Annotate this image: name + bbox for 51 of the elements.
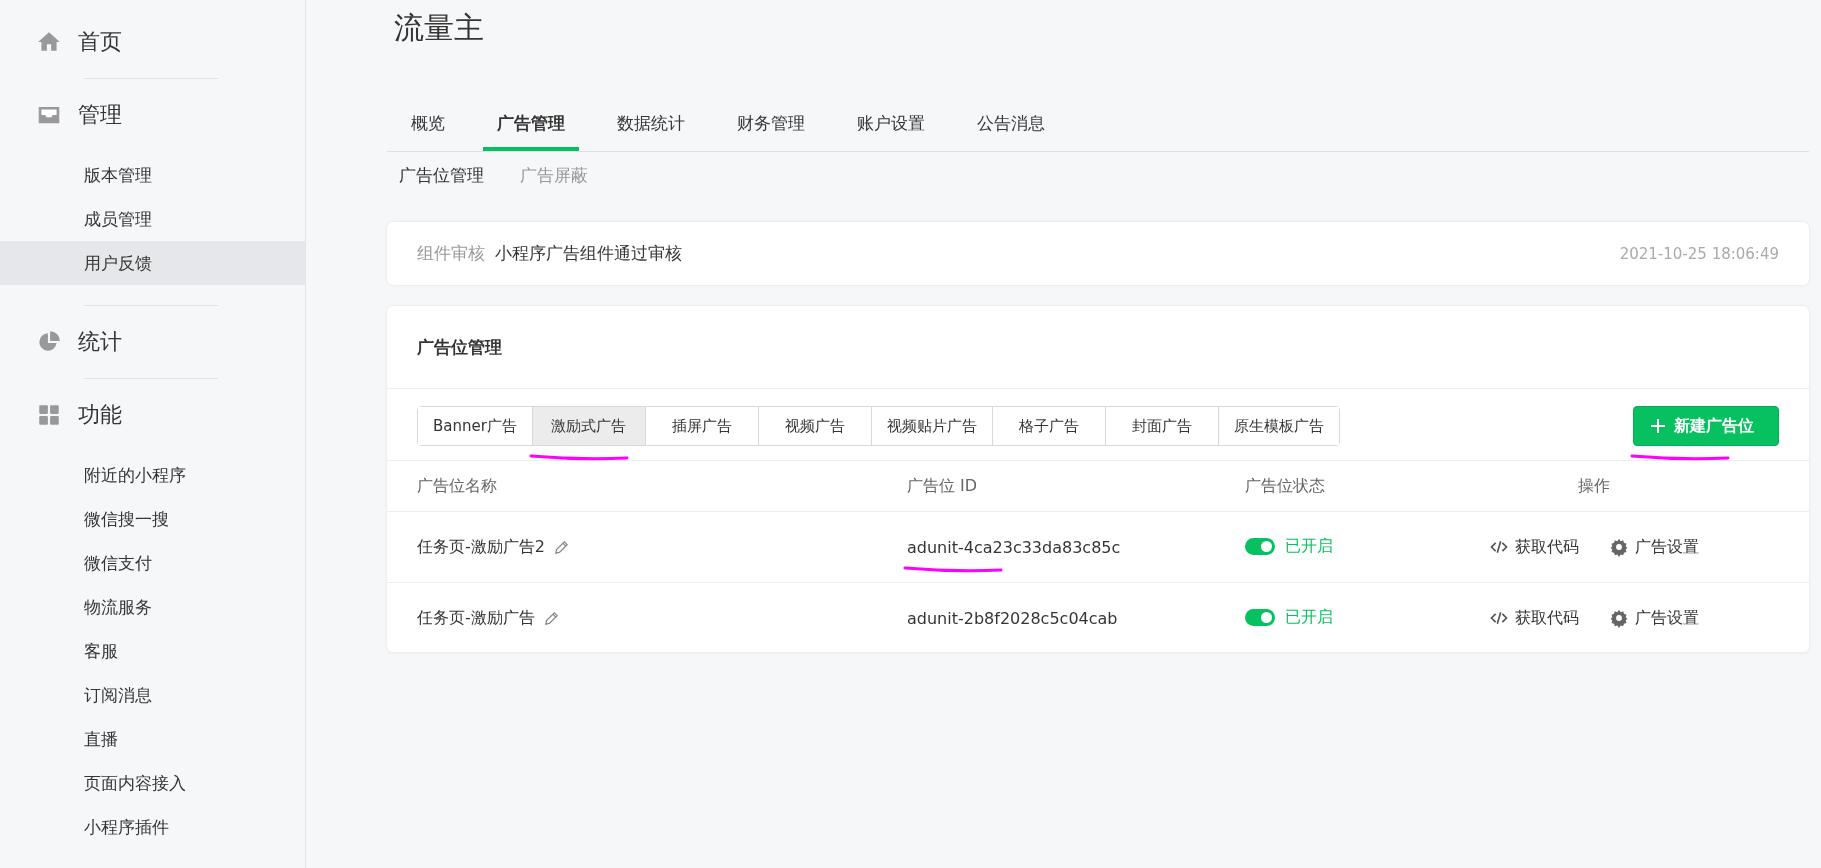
sidebar-item[interactable]: 成员管理 — [0, 197, 305, 241]
sidebar-item[interactable]: 客服 — [0, 629, 305, 673]
sidebar-group-label[interactable]: 统计 — [78, 327, 122, 357]
table-cell: 任务页-激励广告2 — [417, 536, 545, 558]
sidebar-item[interactable]: 附近的小程序 — [0, 453, 305, 497]
sidebar-item[interactable]: 用户反馈 — [0, 241, 305, 285]
page-title: 流量主 — [394, 9, 485, 47]
sidebar-item[interactable]: 订阅消息 — [0, 673, 305, 717]
grid-icon — [36, 402, 62, 428]
notice-label: 组件审核 — [417, 242, 485, 265]
subtab[interactable]: 广告位管理 — [399, 164, 484, 187]
column-header: 操作 — [1578, 475, 1610, 495]
sidebar-item[interactable]: 小程序插件 — [0, 805, 305, 849]
sidebar-item[interactable]: 页面内容接入 — [0, 761, 305, 805]
sidebar-item[interactable]: 微信支付 — [0, 541, 305, 585]
table-cell: adunit-2b8f2028c5c04cab — [907, 608, 1118, 628]
sidebar-item[interactable]: 直播 — [0, 717, 305, 761]
tab[interactable]: 广告管理 — [483, 102, 579, 151]
pencil-icon[interactable] — [542, 609, 560, 627]
pencil-icon[interactable] — [552, 538, 570, 556]
sidebar-group-label[interactable]: 首页 — [78, 27, 122, 57]
table-cell: 任务页-激励广告 — [417, 607, 535, 629]
settings-icon — [1609, 608, 1629, 628]
tab[interactable]: 账户设置 — [843, 102, 939, 151]
sidebar-group-label[interactable]: 管理 — [78, 100, 122, 130]
sidebar-item[interactable]: 版本管理 — [0, 153, 305, 197]
settings-link[interactable]: 广告设置 — [1609, 607, 1699, 629]
tab[interactable]: 财务管理 — [723, 102, 819, 151]
tab[interactable]: 数据统计 — [603, 102, 699, 151]
settings-icon — [1609, 537, 1629, 557]
plus-icon — [1650, 418, 1666, 434]
notice-text: 小程序广告组件通过审核 — [495, 242, 682, 265]
settings-link[interactable]: 广告设置 — [1609, 536, 1699, 558]
get-code-link[interactable]: 获取代码 — [1489, 536, 1579, 558]
column-header: 广告位 ID — [907, 475, 978, 495]
tab[interactable]: 公告消息 — [963, 102, 1059, 151]
status-text: 已开启 — [1285, 535, 1333, 557]
toggle-switch[interactable] — [1245, 537, 1275, 555]
segment-tab[interactable]: Banner广告 — [418, 407, 533, 445]
sidebar-item[interactable]: 微信搜一搜 — [0, 497, 305, 541]
status-text: 已开启 — [1285, 606, 1333, 628]
notice-time: 2021-10-25 18:06:49 — [1619, 244, 1779, 263]
tab[interactable]: 概览 — [397, 102, 459, 151]
panel-title: 广告位管理 — [387, 306, 1809, 389]
sidebar-item[interactable]: 物流服务 — [0, 585, 305, 629]
column-header: 广告位状态 — [1245, 475, 1325, 495]
toggle-switch[interactable] — [1245, 608, 1275, 626]
table-cell: adunit-4ca23c33da83c85c — [907, 537, 1121, 557]
column-header: 广告位名称 — [417, 475, 497, 495]
get-code-link[interactable]: 获取代码 — [1489, 607, 1579, 629]
sidebar-group-label[interactable]: 功能 — [78, 400, 122, 430]
